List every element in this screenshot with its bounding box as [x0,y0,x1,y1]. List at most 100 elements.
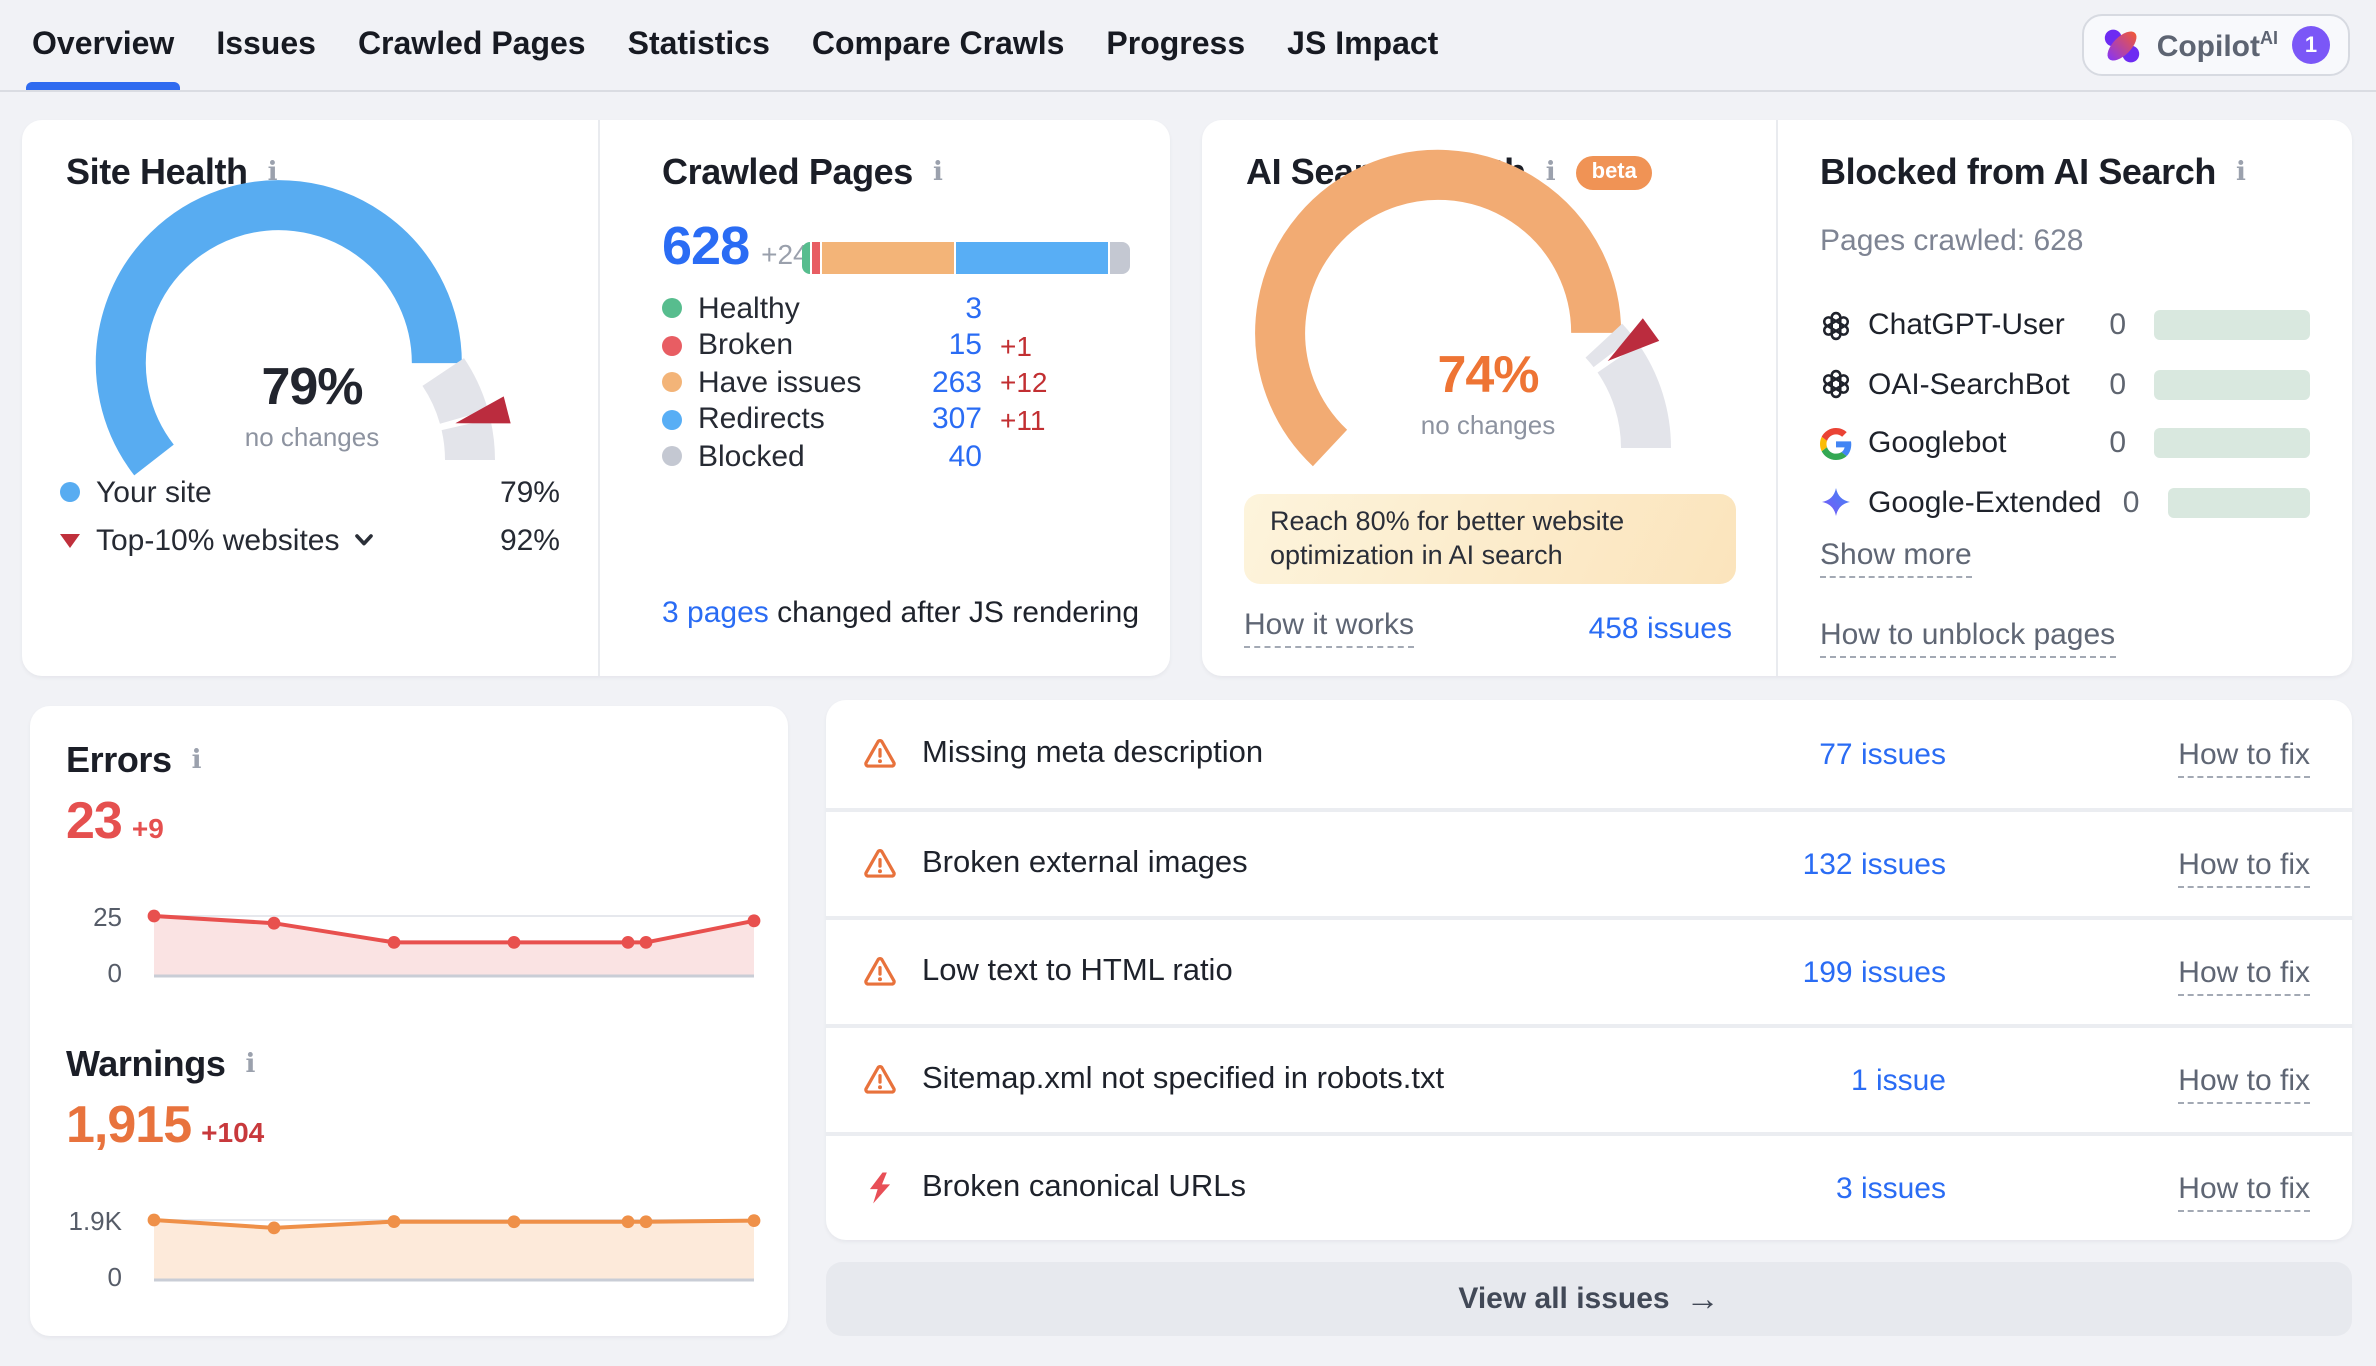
your-site-dot-icon [60,482,80,502]
blocked-ai-title: Blocked from AI Search [1820,152,2216,194]
warning-triangle-icon [862,846,898,882]
blocked-count-bar [2154,429,2310,459]
ai-health-score: 74% [1348,344,1628,406]
errors-count: 23 [66,790,122,852]
warnings-trend-chart [144,1204,764,1288]
legend-top10-websites[interactable]: Top-10% websites 92% [60,516,560,564]
errors-ymin-tick: 0 [54,958,122,988]
bar-segment-have-issues [822,242,953,274]
site-health-change-label: no changes [172,422,452,452]
blocked-ai-section: Blocked from AI Search i Pages crawled: … [1776,120,2352,676]
issue-row-sitemap-robots[interactable]: Sitemap.xml not specified in robots.txt … [826,1024,2352,1132]
broken-bolt-icon [862,1170,898,1206]
legend-have-issues[interactable]: Have issues 263 +12 [662,364,1102,401]
issue-count-link[interactable]: 132 issues [1803,847,1946,881]
issue-count-link[interactable]: 77 issues [1819,737,1946,771]
warning-triangle-icon [862,736,898,772]
issue-count-link[interactable]: 1 issue [1851,1063,1946,1097]
crawled-pages-section: Crawled Pages i 628 +24 Healthy 3 Broken [598,120,1170,676]
warnings-ymax-tick: 1.9K [54,1206,122,1236]
broken-dot-icon [662,336,682,356]
bot-list: ChatGPT-User 0 OAI-SearchBot 0 [1820,296,2310,532]
warning-triangle-icon [862,1062,898,1098]
tab-js-impact[interactable]: JS Impact [1281,0,1444,90]
how-to-fix-link[interactable]: How to fix [2178,847,2310,887]
js-rendering-note: 3 pages changed after JS rendering [662,596,1139,630]
warnings-delta: +104 [201,1116,264,1148]
legend-blocked[interactable]: Blocked 40 [662,438,1102,475]
info-icon[interactable]: i [929,156,947,190]
warnings-count: 1,915 [66,1094,191,1156]
copilot-button[interactable]: CopilotAI 1 [2083,14,2350,76]
issue-row-missing-meta[interactable]: Missing meta description 77 issues How t… [826,700,2352,808]
bot-row-oai-searchbot: OAI-SearchBot 0 [1820,355,2310,414]
healthy-dot-icon [662,299,682,319]
openai-logo-icon [1820,369,1852,401]
ai-issues-link[interactable]: 458 issues [1589,611,1732,645]
copilot-label: CopilotAI [2157,27,2278,63]
have-issues-dot-icon [662,373,682,393]
chevron-down-icon [351,528,375,552]
google-extended-star-icon [1820,487,1852,519]
crawled-total: 628 [662,216,749,278]
issue-row-broken-images[interactable]: Broken external images 132 issues How to… [826,808,2352,916]
ai-search-health-section: AI Search Health i beta 74% no changes R… [1202,120,1776,676]
beta-badge: beta [1576,156,1653,190]
blocked-count-bar [2154,311,2310,341]
warnings-ymin-tick: 0 [54,1262,122,1292]
top-navigation: Overview Issues Crawled Pages Statistics… [0,0,2376,92]
top-issues-card: Missing meta description 77 issues How t… [826,700,2352,1240]
blocked-count-bar [2154,370,2310,400]
crawled-pages-legend: Healthy 3 Broken 15 +1 Have issues 263 +… [662,290,1102,475]
tab-progress[interactable]: Progress [1100,0,1251,90]
bar-segment-blocked [1110,242,1130,274]
issue-row-broken-canonical[interactable]: Broken canonical URLs 3 issues How to fi… [826,1132,2352,1240]
show-more-link[interactable]: Show more [1820,538,1972,578]
tab-bar: Overview Issues Crawled Pages Statistics… [0,0,2376,90]
legend-your-site: Your site 79% [60,468,560,516]
blocked-dot-icon [662,447,682,467]
site-audit-overview-page: Overview Issues Crawled Pages Statistics… [0,0,2376,1366]
issue-count-link[interactable]: 3 issues [1836,1171,1946,1205]
ai-health-change-label: no changes [1348,410,1628,440]
red-triangle-down-icon [60,533,80,547]
blocked-count-bar [2167,488,2310,518]
site-health-title: Site Health [66,152,248,194]
view-all-issues-button[interactable]: View all issues → [826,1262,2352,1336]
errors-title: Errors [66,740,172,782]
info-icon[interactable]: i [241,1048,259,1082]
legend-broken[interactable]: Broken 15 +1 [662,327,1102,364]
site-health-score: 79% [172,356,452,418]
info-icon[interactable]: i [188,744,206,778]
tab-overview[interactable]: Overview [26,0,180,90]
bar-segment-redirects [955,242,1108,274]
issue-row-low-text-ratio[interactable]: Low text to HTML ratio 199 issues How to… [826,916,2352,1024]
tab-compare-crawls[interactable]: Compare Crawls [806,0,1071,90]
how-to-fix-link[interactable]: How to fix [2178,955,2310,995]
errors-warnings-card: Errors i 23 +9 25 0 Warnings i 1,915 +10… [30,706,788,1336]
info-icon[interactable]: i [2232,156,2250,190]
errors-ymax-tick: 25 [54,902,122,932]
changed-pages-link[interactable]: 3 pages [662,596,769,630]
how-to-fix-link[interactable]: How to fix [2178,737,2310,777]
tab-crawled-pages[interactable]: Crawled Pages [352,0,592,90]
issue-count-link[interactable]: 199 issues [1803,955,1946,989]
site-health-section: Site Health i 79% no changes Your site 7… [22,120,598,676]
tab-issues[interactable]: Issues [210,0,322,90]
redirects-dot-icon [662,410,682,430]
site-health-crawled-card: Site Health i 79% no changes Your site 7… [22,120,1170,676]
copilot-notification-badge: 1 [2292,26,2330,64]
openai-logo-icon [1820,310,1852,342]
tab-statistics[interactable]: Statistics [622,0,776,90]
how-to-unblock-link[interactable]: How to unblock pages [1820,618,2115,658]
legend-redirects[interactable]: Redirects 307 +11 [662,401,1102,438]
warnings-title: Warnings [66,1044,225,1086]
legend-healthy[interactable]: Healthy 3 [662,290,1102,327]
how-to-fix-link[interactable]: How to fix [2178,1171,2310,1211]
warning-triangle-icon [862,954,898,990]
how-it-works-link[interactable]: How it works [1244,608,1414,648]
bot-row-googlebot: Googlebot 0 [1820,414,2310,473]
how-to-fix-link[interactable]: How to fix [2178,1063,2310,1103]
errors-delta: +9 [132,812,164,844]
crawled-pages-title: Crawled Pages [662,152,913,194]
